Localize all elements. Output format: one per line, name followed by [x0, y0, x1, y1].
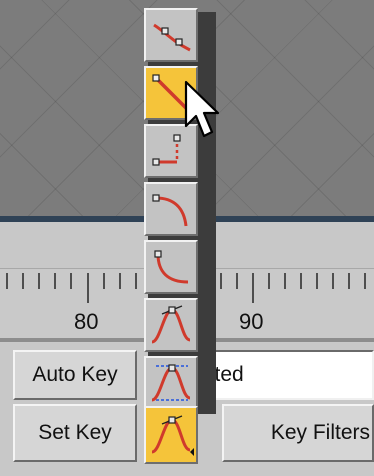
slow-tangent-button[interactable]	[144, 182, 198, 236]
ruler-label-90: 90	[239, 309, 264, 334]
ruler-tick	[6, 273, 8, 289]
smooth-tangent-icon	[153, 23, 191, 52]
ruler-label-80: 80	[74, 309, 99, 334]
ruler-tick	[54, 273, 56, 289]
fast-tangent-button[interactable]	[144, 240, 198, 294]
ruler-tick	[268, 273, 270, 289]
selection-set-field[interactable]: cted	[196, 350, 374, 400]
auto-tangent-button[interactable]	[144, 356, 198, 410]
ruler-tick	[70, 273, 72, 289]
ruler-tick	[332, 273, 334, 289]
custom-tangent-button[interactable]	[144, 298, 198, 352]
ruler-tick	[103, 273, 105, 289]
ruler-tick	[135, 273, 137, 289]
ruler-tick	[236, 273, 238, 289]
key-filters-button[interactable]: Key Filters	[222, 404, 374, 462]
ruler-tick	[364, 273, 366, 289]
ruler-tick	[119, 273, 121, 289]
fast-tangent-icon	[154, 250, 189, 284]
custom-tangent-icon	[151, 305, 191, 344]
smooth-tangent-button[interactable]	[144, 8, 198, 62]
ruler-tick	[300, 273, 302, 289]
auto-tangent-icon	[151, 364, 191, 402]
custom-tangent-icon	[151, 415, 194, 456]
mouse-pointer-icon	[184, 80, 220, 138]
auto-key-button[interactable]: Auto Key	[13, 350, 137, 400]
ruler-tick	[284, 273, 286, 289]
ruler-tick	[38, 273, 40, 289]
ruler-tick	[316, 273, 318, 289]
default-tangent-button[interactable]	[144, 406, 198, 464]
slow-tangent-icon	[152, 194, 188, 227]
ruler-tick	[348, 273, 350, 289]
set-key-button[interactable]: Set Key	[13, 404, 137, 462]
ruler-tick	[220, 273, 222, 289]
ruler-tick	[252, 273, 254, 303]
ruler-tick	[87, 273, 89, 303]
ruler-tick	[22, 273, 24, 289]
